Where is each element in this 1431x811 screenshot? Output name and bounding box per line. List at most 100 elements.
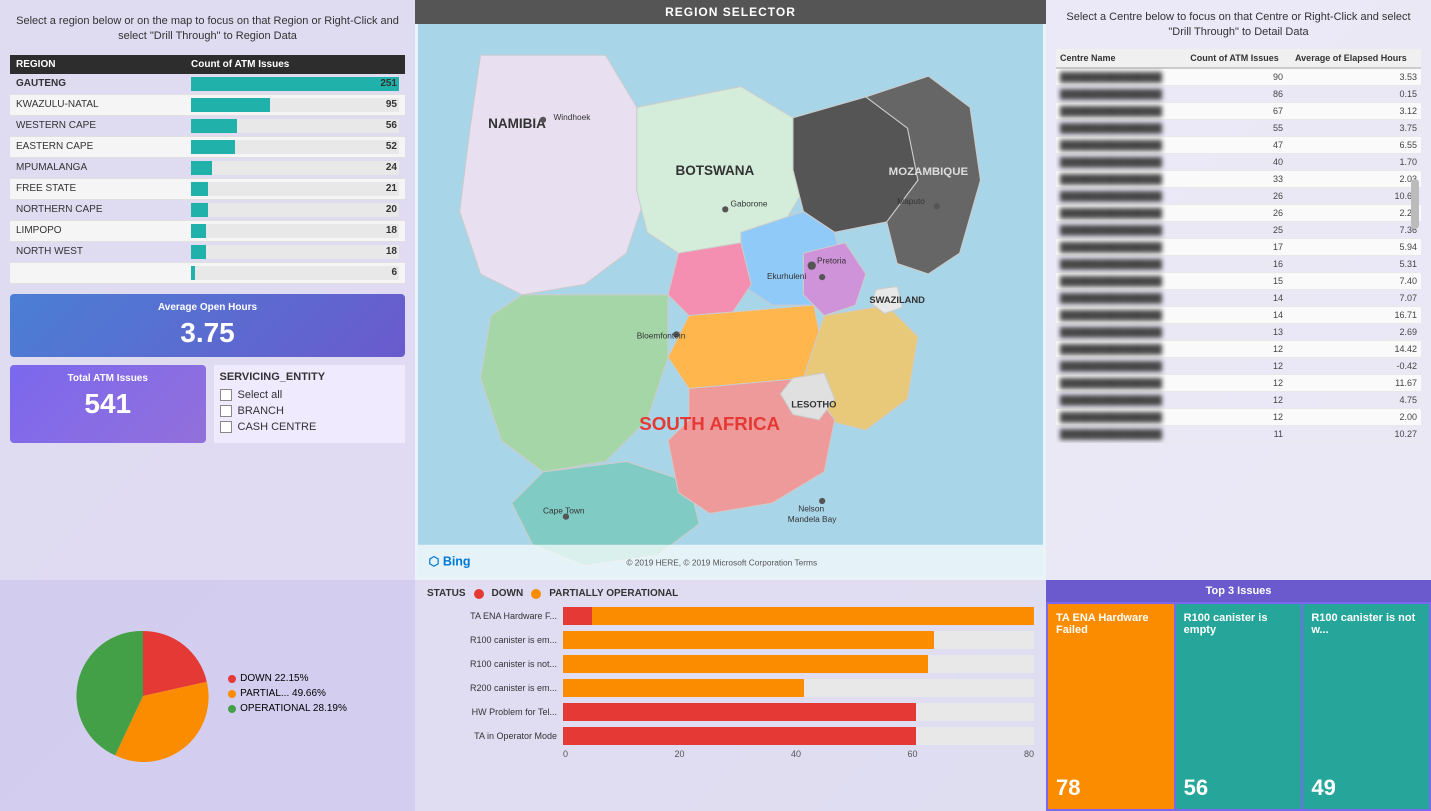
checkbox-branch[interactable]	[220, 405, 232, 417]
down-dot	[228, 675, 236, 683]
centre-row[interactable]: ████████████████ 13 2.69	[1056, 323, 1421, 340]
scrollbar[interactable]	[1411, 179, 1419, 229]
centre-count-cell: 12	[1186, 374, 1291, 391]
region-bar-cell: 21	[185, 178, 405, 199]
bar-bg: 20	[191, 203, 399, 217]
centre-name-cell: ████████████████	[1056, 85, 1186, 102]
down-status-label: DOWN	[492, 588, 524, 599]
map-area[interactable]: SOUTH AFRICA NAMIBIA BOTSWANA MOZAMBIQUE…	[415, 24, 1046, 576]
top3-card[interactable]: TA ENA Hardware Failed 78	[1048, 604, 1174, 809]
bar-row: R100 canister is not...	[427, 655, 1034, 673]
centre-name-header: Centre Name	[1056, 49, 1186, 68]
bar-fill	[191, 224, 206, 238]
filter-cash-centre[interactable]: CASH CENTRE	[220, 421, 400, 433]
centre-row[interactable]: ████████████████ 26 10.69	[1056, 187, 1421, 204]
centre-avg-cell: 10.27	[1291, 425, 1421, 442]
centre-row[interactable]: ████████████████ 12 4.75	[1056, 391, 1421, 408]
centre-row[interactable]: ████████████████ 14 7.07	[1056, 289, 1421, 306]
bar-bg: 18	[191, 245, 399, 259]
top3-card[interactable]: R100 canister is empty 56	[1176, 604, 1302, 809]
centre-avg-cell: 2.03	[1291, 170, 1421, 187]
main-container: Select a region below or on the map to f…	[0, 0, 1431, 811]
centre-row[interactable]: ████████████████ 12 11.67	[1056, 374, 1421, 391]
top3-header: Top 3 Issues	[1046, 580, 1431, 602]
centre-row[interactable]: ████████████████ 12 -0.42	[1056, 357, 1421, 374]
centre-row[interactable]: ████████████████ 16 5.31	[1056, 255, 1421, 272]
bar-fill	[191, 98, 270, 112]
centre-count-cell: 17	[1186, 238, 1291, 255]
centre-row[interactable]: ████████████████ 26 2.27	[1056, 204, 1421, 221]
centre-avg-cell: 7.07	[1291, 289, 1421, 306]
centre-row[interactable]: ████████████████ 12 14.42	[1056, 340, 1421, 357]
top3-card-value: 78	[1056, 775, 1166, 801]
centre-row[interactable]: ████████████████ 17 5.94	[1056, 238, 1421, 255]
checkbox-cash-centre[interactable]	[220, 421, 232, 433]
centre-row[interactable]: ████████████████ 67 3.12	[1056, 102, 1421, 119]
centre-row[interactable]: ████████████████ 11 10.27	[1056, 425, 1421, 442]
centre-name-cell: ████████████████	[1056, 425, 1186, 442]
filter-select-all[interactable]: Select all	[220, 389, 400, 401]
region-row[interactable]: EASTERN CAPE 52	[10, 136, 405, 157]
operational-dot	[228, 705, 236, 713]
bar-value: 56	[386, 119, 397, 133]
centre-avg-cell: 3.75	[1291, 119, 1421, 136]
region-row[interactable]: KWAZULU-NATAL 95	[10, 94, 405, 115]
status-header: STATUS DOWN PARTIALLY OPERATIONAL	[427, 588, 1034, 599]
region-row[interactable]: WESTERN CAPE 56	[10, 115, 405, 136]
centre-row[interactable]: ████████████████ 47 6.55	[1056, 136, 1421, 153]
centre-row[interactable]: ████████████████ 55 3.75	[1056, 119, 1421, 136]
right-instruction: Select a Centre below to focus on that C…	[1056, 10, 1421, 41]
region-row[interactable]: NORTHERN CAPE 20	[10, 199, 405, 220]
centre-avg-cell: 14.42	[1291, 340, 1421, 357]
region-row[interactable]: GAUTENG 251	[10, 74, 405, 95]
centre-row[interactable]: ████████████████ 15 7.40	[1056, 272, 1421, 289]
centre-count-cell: 13	[1186, 323, 1291, 340]
centre-row[interactable]: ████████████████ 33 2.03	[1056, 170, 1421, 187]
centre-row[interactable]: ████████████████ 25 7.36	[1056, 221, 1421, 238]
centre-avg-cell: 0.15	[1291, 85, 1421, 102]
region-name: WESTERN CAPE	[10, 115, 185, 136]
bar-value: 24	[386, 161, 397, 175]
bar-row: R100 canister is em...	[427, 631, 1034, 649]
region-name: FREE STATE	[10, 178, 185, 199]
region-row[interactable]: LIMPOPO 18	[10, 220, 405, 241]
region-row[interactable]: 6	[10, 262, 405, 283]
centre-count-cell: 12	[1186, 391, 1291, 408]
region-name: LIMPOPO	[10, 220, 185, 241]
checkbox-select-all[interactable]	[220, 389, 232, 401]
pie-label-partial: PARTIAL... 49.66%	[228, 688, 347, 699]
svg-text:© 2019 HERE, © 2019 Microsoft: © 2019 HERE, © 2019 Microsoft Corporatio…	[626, 558, 817, 568]
bar-bg: 56	[191, 119, 399, 133]
centre-row[interactable]: ████████████████ 12 2.00	[1056, 408, 1421, 425]
centre-name-cell: ████████████████	[1056, 102, 1186, 119]
svg-text:Bloemfontein: Bloemfontein	[637, 331, 686, 341]
centre-row[interactable]: ████████████████ 90 3.53	[1056, 68, 1421, 86]
svg-text:NAMIBIA: NAMIBIA	[488, 116, 546, 131]
centre-count-cell: 14	[1186, 306, 1291, 323]
map-header: REGION SELECTOR	[415, 0, 1046, 24]
down-label: DOWN 22.15%	[240, 673, 308, 684]
bar-bg: 52	[191, 140, 399, 154]
centre-avg-cell: 16.71	[1291, 306, 1421, 323]
pie-labels: DOWN 22.15% PARTIAL... 49.66% OPERATIONA…	[228, 673, 347, 718]
bar-fill	[191, 140, 235, 154]
bar-fill	[191, 77, 399, 91]
top3-card-title: TA ENA Hardware Failed	[1056, 612, 1166, 636]
centre-avg-cell: 6.55	[1291, 136, 1421, 153]
region-row[interactable]: FREE STATE 21	[10, 178, 405, 199]
centre-row[interactable]: ████████████████ 86 0.15	[1056, 85, 1421, 102]
region-row[interactable]: MPUMALANGA 24	[10, 157, 405, 178]
top3-card[interactable]: R100 canister is not w... 49	[1303, 604, 1429, 809]
centre-name-cell: ████████████████	[1056, 238, 1186, 255]
partial-dot	[228, 690, 236, 698]
bar-fill-orange	[563, 655, 928, 673]
centre-row[interactable]: ████████████████ 14 16.71	[1056, 306, 1421, 323]
map-svg[interactable]: SOUTH AFRICA NAMIBIA BOTSWANA MOZAMBIQUE…	[415, 24, 1046, 576]
centre-row[interactable]: ████████████████ 40 1.70	[1056, 153, 1421, 170]
bar-value: 251	[380, 77, 397, 91]
region-row[interactable]: NORTH WEST 18	[10, 241, 405, 262]
partial-label: PARTIAL... 49.66%	[240, 688, 326, 699]
svg-text:Gaborone: Gaborone	[731, 198, 768, 208]
centre-avg-cell: 5.31	[1291, 255, 1421, 272]
filter-branch[interactable]: BRANCH	[220, 405, 400, 417]
